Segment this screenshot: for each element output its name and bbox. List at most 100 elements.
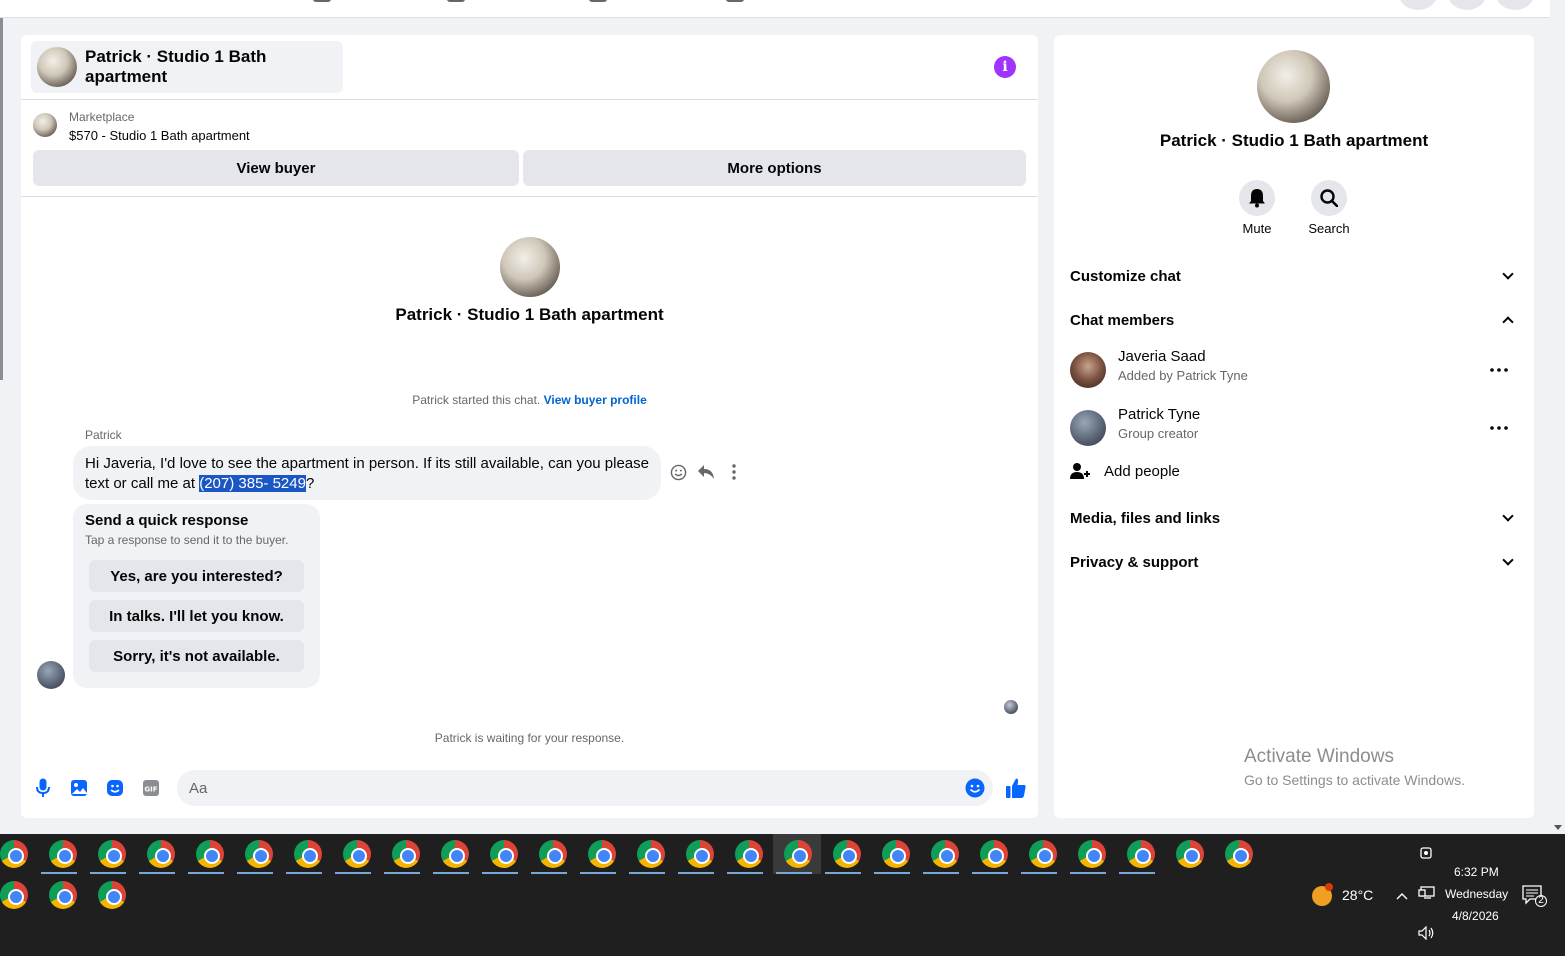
activate-windows-watermark: Activate Windows Go to Settings to activ… xyxy=(1244,746,1465,788)
clock-time[interactable]: 6:32 PM xyxy=(1454,865,1499,879)
taskbar-running-indicator xyxy=(90,872,126,874)
conversation-avatar xyxy=(500,237,560,297)
chrome-taskbar-icon[interactable] xyxy=(49,840,77,868)
clock-date[interactable]: 4/8/2026 xyxy=(1452,909,1499,923)
chrome-taskbar-icon[interactable] xyxy=(1225,840,1253,868)
react-icon[interactable] xyxy=(669,463,687,481)
chrome-taskbar-icon[interactable] xyxy=(833,840,861,868)
chrome-taskbar-icon[interactable] xyxy=(588,840,616,868)
watermark-subtitle: Go to Settings to activate Windows. xyxy=(1244,772,1465,788)
chrome-taskbar-icon[interactable] xyxy=(1127,840,1155,868)
search-label: Search xyxy=(1308,221,1350,236)
view-buyer-profile-link[interactable]: View buyer profile xyxy=(544,393,647,407)
chrome-taskbar-icon[interactable] xyxy=(1029,840,1057,868)
quick-response-not-available[interactable]: Sorry, it's not available. xyxy=(89,640,304,672)
more-horizontal-icon[interactable] xyxy=(1490,356,1508,377)
chat-avatar xyxy=(37,47,77,87)
show-hidden-icons-icon[interactable] xyxy=(1396,888,1408,903)
chrome-taskbar-icon[interactable] xyxy=(784,840,812,868)
clock-day[interactable]: Wednesday xyxy=(1445,887,1508,901)
chrome-taskbar-icon[interactable] xyxy=(735,840,763,868)
quick-response-in-talks[interactable]: In talks. I'll let you know. xyxy=(89,600,304,632)
chrome-taskbar-icon[interactable] xyxy=(343,840,371,868)
chrome-taskbar-icon[interactable] xyxy=(1176,840,1204,868)
chrome-taskbar-icon[interactable] xyxy=(637,840,665,868)
chrome-taskbar-icon[interactable] xyxy=(98,840,126,868)
scroll-down-arrow-icon[interactable] xyxy=(1554,825,1562,830)
more-vertical-icon[interactable] xyxy=(725,463,743,481)
customize-chat-section[interactable]: Customize chat xyxy=(1070,262,1518,290)
chrome-taskbar-icon[interactable] xyxy=(98,881,126,909)
meet-now-icon[interactable] xyxy=(1420,846,1434,863)
chrome-taskbar-icon[interactable] xyxy=(539,840,567,868)
sticker-icon[interactable] xyxy=(105,778,125,798)
thumbs-up-icon[interactable] xyxy=(1005,777,1027,799)
chevron-down-icon xyxy=(1502,510,1514,522)
page-scrollbar[interactable] xyxy=(1550,0,1565,834)
chat-started-notice: Patrick started this chat. View buyer pr… xyxy=(21,393,1038,407)
chrome-taskbar-icon[interactable] xyxy=(490,840,518,868)
video-nav-icon[interactable] xyxy=(447,0,465,2)
message-input[interactable] xyxy=(177,770,993,806)
more-options-button[interactable]: More options xyxy=(523,150,1026,186)
listing-thumbnail xyxy=(33,113,57,137)
chat-title: Patrick · Studio 1 Bath apartment xyxy=(85,47,267,86)
sender-avatar[interactable] xyxy=(37,661,65,689)
quick-response-interested[interactable]: Yes, are you interested? xyxy=(89,560,304,592)
groups-nav-icon[interactable] xyxy=(726,0,744,2)
chevron-down-icon xyxy=(1502,554,1514,566)
emoji-icon[interactable] xyxy=(965,778,985,798)
taskbar-running-indicator xyxy=(237,872,273,874)
chat-title-button[interactable]: Patrick · Studio 1 Bath apartment xyxy=(31,41,343,93)
add-people-button[interactable]: Add people xyxy=(1070,462,1180,480)
chrome-taskbar-icon[interactable] xyxy=(1078,840,1106,868)
media-files-section[interactable]: Media, files and links xyxy=(1070,504,1518,532)
chrome-taskbar-icon[interactable] xyxy=(0,881,28,909)
notifications-button[interactable] xyxy=(1495,0,1535,10)
chrome-taskbar-icon[interactable] xyxy=(245,840,273,868)
chrome-taskbar-icon[interactable] xyxy=(49,881,77,909)
selected-phone-number: (207) 385- 5249 xyxy=(199,475,306,492)
chrome-taskbar-icon[interactable] xyxy=(147,840,175,868)
member-name: Javeria Saad xyxy=(1118,348,1206,365)
gif-icon[interactable]: GIF xyxy=(141,778,161,798)
home-nav-icon[interactable] xyxy=(313,0,331,2)
member-subtitle: Added by Patrick Tyne xyxy=(1118,368,1248,383)
privacy-support-section[interactable]: Privacy & support xyxy=(1070,548,1518,576)
view-buyer-button[interactable]: View buyer xyxy=(33,150,519,186)
chrome-taskbar-icon[interactable] xyxy=(294,840,322,868)
member-row[interactable]: Javeria Saad Added by Patrick Tyne xyxy=(1070,348,1518,392)
temperature[interactable]: 28°C xyxy=(1342,887,1373,903)
chrome-taskbar-icon[interactable] xyxy=(980,840,1008,868)
chrome-taskbar-icon[interactable] xyxy=(882,840,910,868)
chrome-taskbar-icon[interactable] xyxy=(931,840,959,868)
member-subtitle: Group creator xyxy=(1118,426,1199,441)
microphone-icon[interactable] xyxy=(33,778,53,798)
chrome-taskbar-icon[interactable] xyxy=(686,840,714,868)
conversation-title: Patrick · Studio 1 Bath apartment xyxy=(395,305,664,324)
add-person-icon xyxy=(1070,463,1090,479)
privacy-support-label: Privacy & support xyxy=(1070,553,1199,571)
member-row[interactable]: Patrick Tyne Group creator xyxy=(1070,406,1518,450)
message-bubble[interactable]: Hi Javeria, I'd love to see the apartmen… xyxy=(73,446,661,500)
more-horizontal-icon[interactable] xyxy=(1490,414,1508,435)
chrome-taskbar-icon[interactable] xyxy=(0,840,28,868)
listing-price-title[interactable]: $570 - Studio 1 Bath apartment xyxy=(69,128,250,143)
marketplace-nav-icon[interactable] xyxy=(589,0,607,2)
marketplace-listing-banner: Marketplace $570 - Studio 1 Bath apartme… xyxy=(21,101,1038,197)
svg-text:GIF: GIF xyxy=(144,786,157,794)
chrome-taskbar-icon[interactable] xyxy=(392,840,420,868)
search-button[interactable] xyxy=(1311,180,1347,216)
mute-button[interactable] xyxy=(1239,180,1275,216)
taskbar-running-indicator xyxy=(580,872,616,874)
chrome-taskbar-icon[interactable] xyxy=(196,840,224,868)
volume-icon[interactable] xyxy=(1418,925,1436,943)
chrome-taskbar-icon[interactable] xyxy=(441,840,469,868)
chat-members-section[interactable]: Chat members xyxy=(1070,306,1518,334)
info-icon[interactable]: i xyxy=(994,56,1016,78)
photo-icon[interactable] xyxy=(69,778,89,798)
network-icon[interactable] xyxy=(1418,886,1436,903)
menu-button[interactable] xyxy=(1398,0,1438,10)
messenger-button[interactable] xyxy=(1447,0,1487,10)
reply-icon[interactable] xyxy=(697,463,715,481)
